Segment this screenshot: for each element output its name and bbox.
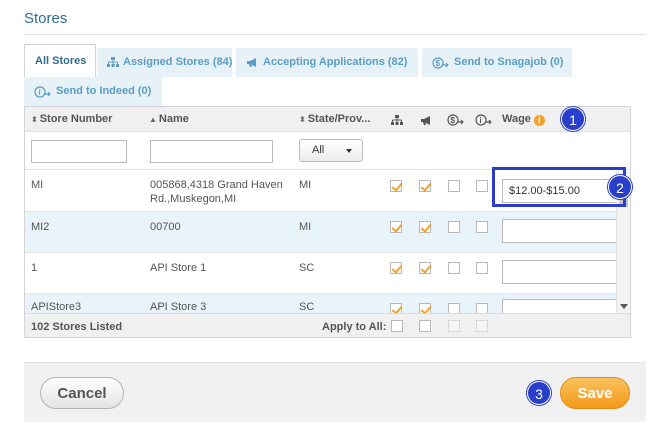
store-number-filter-input[interactable] [31,140,127,163]
send-snagajob-icon: $ [432,56,450,69]
sort-asc-icon: ▲ [149,115,157,124]
snagajob-checkbox[interactable] [448,303,460,313]
wage-input[interactable] [502,299,621,313]
caret-down-icon [346,149,352,153]
store-name-cell: 00700 [150,221,181,233]
action-bar: Cancel Save [24,362,646,422]
tab-label: Accepting Applications (82) [263,56,408,68]
snagajob-checkbox[interactable] [448,221,460,233]
info-icon[interactable]: i [533,115,545,126]
wage-input[interactable] [502,260,621,284]
apply-all-accepting-checkbox[interactable] [419,320,431,332]
accepting-checkbox[interactable] [419,221,431,233]
hierarchy-icon [107,57,119,68]
megaphone-icon [246,57,259,68]
svg-text:i: i [480,116,482,125]
callout-badge-2: 2 [608,175,632,199]
assigned-checkbox[interactable] [390,180,402,192]
send-snagajob-icon: $ [447,114,465,126]
hierarchy-icon [391,114,403,126]
wage-input[interactable] [502,219,621,243]
callout-badge-3: 3 [527,381,551,405]
assigned-checkbox[interactable] [390,262,402,274]
tab-label: Assigned Stores (84) [123,56,233,68]
tab-label: All Stores [35,54,87,67]
tab-all-stores[interactable]: All Stores [24,44,96,77]
tab-label: Send to Snagajob (0) [454,56,564,68]
store-number-cell: MI2 [31,221,50,233]
store-number-cell: MI [31,179,44,191]
indeed-checkbox[interactable] [476,180,488,192]
tab-accepting-applications[interactable]: Accepting Applications (82) [236,48,420,77]
apply-all-assigned-checkbox[interactable] [391,320,403,332]
state-cell: SC [299,262,315,274]
megaphone-icon [420,114,433,126]
state-filter-select[interactable]: All [299,139,363,162]
cancel-button[interactable]: Cancel [40,377,124,409]
column-header-snagajob[interactable]: $ [447,108,465,133]
svg-text:$: $ [436,59,441,68]
send-indeed-icon: i [475,114,493,126]
store-name-cell: API Store 3 [150,301,207,313]
column-header-indeed[interactable]: i [475,108,493,133]
store-name-cell: API Store 1 [150,262,207,274]
table-row: 1 API Store 1 SC [25,253,630,294]
stores-grid: ⬍ Store Number ▲ Name ⬍ State/Prov... $ i [24,106,631,338]
assigned-checkbox[interactable] [390,221,402,233]
column-header-store-number[interactable]: ⬍ Store Number [31,107,112,132]
snagajob-checkbox[interactable] [448,262,460,274]
grid-footer: 102 Stores Listed Apply to All: [25,313,630,337]
snagajob-checkbox[interactable] [448,180,460,192]
indeed-checkbox[interactable] [476,303,488,313]
indeed-checkbox[interactable] [476,262,488,274]
store-number-cell: 1 [31,262,38,274]
tab-label: Send to Indeed (0) [56,85,152,97]
tab-send-to-snagajob[interactable]: $ Send to Snagajob (0) [422,48,574,77]
column-header-assigned[interactable] [391,108,403,133]
title-divider [24,34,646,35]
scroll-down-icon[interactable] [620,304,628,309]
accepting-checkbox[interactable] [419,303,431,313]
tab-send-to-indeed[interactable]: i Send to Indeed (0) [24,77,164,106]
wage-highlight-box [492,167,626,207]
apply-all-indeed-checkbox [476,320,488,332]
table-row: APIStore3 API Store 3 SC [25,294,630,313]
sort-both-icon: ⬍ [31,115,38,124]
stores-count: 102 Stores Listed [31,321,123,333]
sort-both-icon: ⬍ [299,115,306,124]
store-number-cell: APIStore3 [31,301,82,313]
send-indeed-icon: i [34,85,52,98]
save-button[interactable]: Save [560,377,630,409]
column-header-accepting[interactable] [420,108,433,133]
state-cell: SC [299,301,315,313]
state-cell: MI [299,221,312,233]
apply-to-all-label: Apply to All: [322,321,387,333]
filter-row: All [25,132,630,170]
indeed-checkbox[interactable] [476,221,488,233]
column-header-wage[interactable]: Wage i [502,107,545,132]
store-name-cell: 005868,4318 Grand Haven Rd.,Muskegon,MI [150,179,283,205]
column-header-state[interactable]: ⬍ State/Prov... [299,107,370,132]
accepting-checkbox[interactable] [419,262,431,274]
assigned-checkbox[interactable] [390,303,402,313]
grid-header: ⬍ Store Number ▲ Name ⬍ State/Prov... $ i [25,107,630,132]
page-title: Stores [24,10,68,27]
tab-assigned-stores[interactable]: Assigned Stores (84) [97,48,234,77]
column-header-name[interactable]: ▲ Name [149,107,189,132]
apply-all-snagajob-checkbox [448,320,460,332]
svg-text:$: $ [451,116,456,125]
svg-text:i: i [39,88,41,97]
name-filter-input[interactable] [150,140,273,163]
table-row: MI2 00700 MI [25,212,630,253]
accepting-checkbox[interactable] [419,180,431,192]
callout-badge-1: 1 [561,107,585,131]
state-cell: MI [299,179,312,191]
